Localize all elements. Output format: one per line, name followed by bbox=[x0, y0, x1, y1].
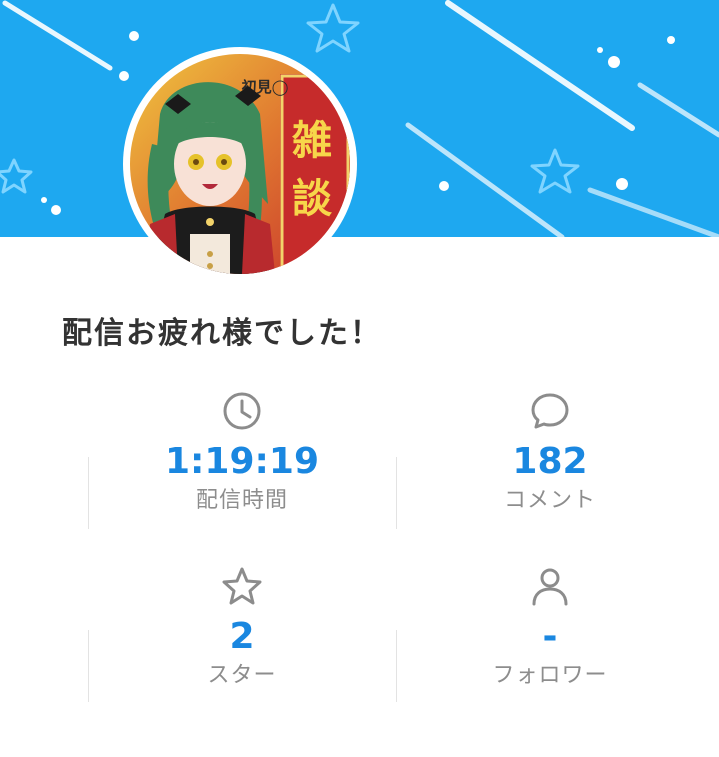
stat-label: スター bbox=[207, 663, 277, 688]
header-banner bbox=[0, 0, 719, 237]
stat-label: フォロワー bbox=[492, 663, 608, 688]
stat-stars: 2 スター bbox=[88, 565, 396, 691]
banner-decoration bbox=[0, 0, 719, 237]
avatar-image: 雑 談 初見◯ bbox=[130, 54, 350, 274]
stat-value: 182 bbox=[512, 441, 588, 482]
avatar-text-2: 談 bbox=[292, 176, 332, 222]
star-icon bbox=[222, 567, 262, 605]
avatar[interactable]: 雑 談 初見◯ bbox=[123, 47, 357, 281]
person-icon bbox=[532, 568, 568, 606]
stat-label: コメント bbox=[503, 488, 596, 513]
stat-label: 配信時間 bbox=[195, 488, 288, 513]
stat-comments: 182 コメント bbox=[396, 390, 704, 516]
avatar-text-1: 雑 bbox=[291, 118, 332, 164]
clock-icon bbox=[223, 392, 261, 430]
comment-icon bbox=[531, 393, 569, 429]
stat-value: - bbox=[542, 616, 558, 657]
stat-followers: - フォロワー bbox=[396, 565, 704, 691]
stat-value: 1:19:19 bbox=[164, 441, 320, 482]
stream-end-message: 配信お疲れ様でした！ bbox=[62, 316, 382, 351]
stat-value: 2 bbox=[229, 616, 255, 657]
stat-stream-duration: 1:19:19 配信時間 bbox=[88, 390, 396, 516]
